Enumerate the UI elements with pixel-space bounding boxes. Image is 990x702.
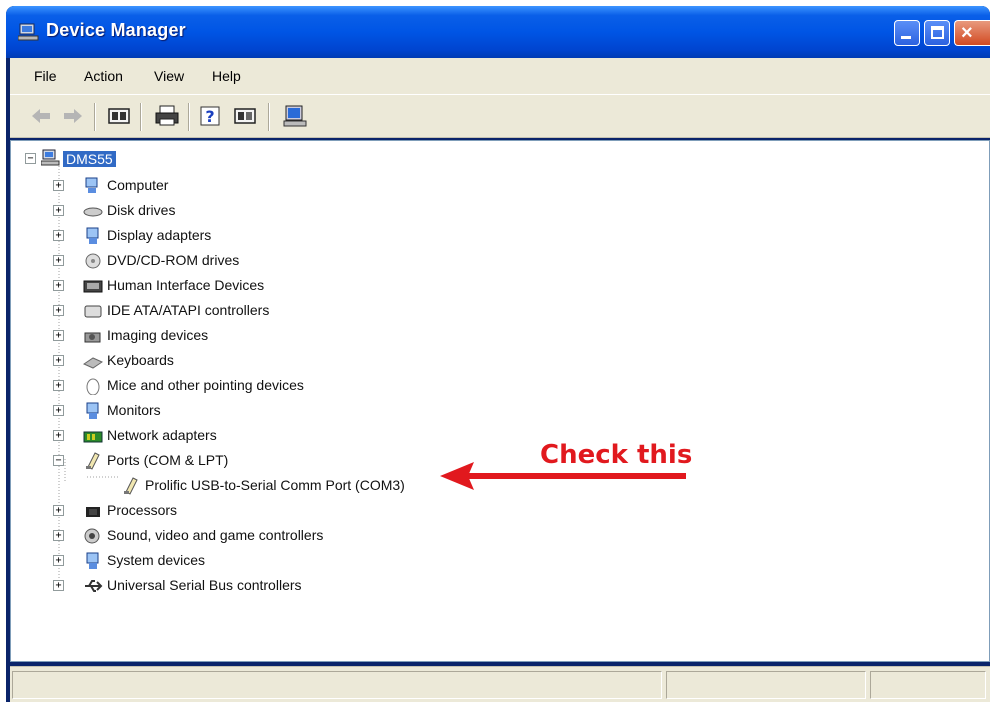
tree-category-label[interactable]: System devices — [107, 552, 205, 568]
tree-category-label[interactable]: Monitors — [107, 402, 161, 418]
menu-view[interactable]: View — [154, 68, 184, 84]
tree-category-label[interactable]: Universal Serial Bus controllers — [107, 577, 302, 593]
system-device-icon — [86, 552, 99, 569]
status-bar — [10, 666, 990, 702]
print-icon[interactable] — [154, 103, 180, 129]
computer-root-icon — [41, 149, 60, 166]
disk-drive-icon — [83, 207, 103, 217]
maximize-icon — [931, 26, 944, 39]
tree-root-label[interactable]: DMS55 — [63, 151, 116, 167]
sound-icon — [84, 528, 100, 544]
menu-help[interactable]: Help — [212, 68, 241, 84]
tree-expander[interactable]: + — [53, 505, 64, 516]
toolbar: ? — [10, 94, 990, 138]
close-button[interactable]: × — [954, 20, 990, 46]
menu-bar: File Action View Help — [10, 58, 990, 94]
tree-category-label[interactable]: DVD/CD-ROM drives — [107, 252, 239, 268]
properties-icon[interactable] — [106, 103, 132, 129]
tree-category-label[interactable]: Human Interface Devices — [107, 277, 264, 293]
toolbar-separator — [268, 103, 270, 131]
port-icon — [86, 452, 100, 470]
usb-icon — [85, 580, 103, 592]
scan-hardware-icon[interactable] — [282, 103, 308, 129]
hid-icon — [83, 280, 103, 293]
tree-expander[interactable]: + — [53, 380, 64, 391]
help-icon[interactable]: ? — [198, 103, 224, 129]
tree-expander[interactable]: + — [53, 180, 64, 191]
menu-action[interactable]: Action — [84, 68, 123, 84]
close-icon: × — [961, 22, 973, 44]
tree-expander[interactable]: + — [53, 205, 64, 216]
tree-category-label[interactable]: Imaging devices — [107, 327, 208, 343]
computer-icon — [85, 177, 98, 193]
processor-icon — [86, 507, 100, 517]
tree-expander[interactable]: + — [53, 430, 64, 441]
tree-category-label[interactable]: IDE ATA/ATAPI controllers — [107, 302, 269, 318]
tree-expander[interactable]: + — [53, 330, 64, 341]
tree-root-expander[interactable]: − — [25, 153, 36, 164]
camera-icon — [84, 332, 101, 343]
ide-controller-icon — [84, 305, 102, 318]
tree-expander[interactable]: − — [53, 455, 64, 466]
keyboard-icon — [83, 357, 103, 369]
network-adapter-icon — [83, 431, 103, 443]
device-manager-window: Device Manager × File Action View Help ?… — [6, 6, 990, 702]
maximize-button[interactable] — [924, 20, 950, 46]
tree-category-label[interactable]: Ports (COM & LPT) — [107, 452, 228, 468]
mouse-icon — [86, 378, 100, 395]
svg-text:?: ? — [205, 107, 214, 126]
back-arrow-icon[interactable] — [28, 103, 54, 129]
toolbar-separator — [140, 103, 142, 131]
menu-file[interactable]: File — [34, 68, 57, 84]
tree-category-label[interactable]: Computer — [107, 177, 168, 193]
tree-expander[interactable]: + — [53, 555, 64, 566]
minimize-icon — [901, 36, 911, 39]
status-pane-main — [12, 671, 662, 699]
toolbar-separator — [94, 103, 96, 131]
forward-arrow-icon[interactable] — [60, 103, 86, 129]
tree-expander[interactable]: + — [53, 580, 64, 591]
toolbar-separator — [188, 103, 190, 131]
display-adapter-icon — [86, 227, 99, 244]
device-manager-icon — [18, 23, 39, 41]
port-icon — [124, 477, 138, 495]
tree-category-label[interactable]: Network adapters — [107, 427, 217, 443]
annotation-arrow — [440, 462, 686, 490]
tree-expander[interactable]: + — [53, 280, 64, 291]
tree-device-label[interactable]: Prolific USB-to-Serial Comm Port (COM3) — [145, 477, 405, 493]
tree-expander[interactable]: + — [53, 355, 64, 366]
status-pane-3 — [870, 671, 986, 699]
tree-expander[interactable]: + — [53, 230, 64, 241]
tree-category-label[interactable]: Mice and other pointing devices — [107, 377, 304, 393]
tree-expander[interactable]: + — [53, 255, 64, 266]
tree-expander[interactable]: + — [53, 405, 64, 416]
cdrom-icon — [85, 253, 101, 269]
tree-expander[interactable]: + — [53, 305, 64, 316]
window-title: Device Manager — [46, 20, 186, 40]
monitor-icon — [86, 402, 99, 419]
tree-category-label[interactable]: Keyboards — [107, 352, 174, 368]
tree-category-label[interactable]: Display adapters — [107, 227, 211, 243]
tree-expander[interactable]: + — [53, 530, 64, 541]
tree-category-label[interactable]: Processors — [107, 502, 177, 518]
device-tree-pane[interactable]: − DMS55 + Computer + Disk drives + Display ad… — [10, 140, 990, 662]
tree-category-label[interactable]: Disk drives — [107, 202, 175, 218]
tree-category-label[interactable]: Sound, video and game controllers — [107, 527, 323, 543]
view-icon[interactable] — [232, 103, 258, 129]
minimize-button[interactable] — [894, 20, 920, 46]
title-bar[interactable]: Device Manager × — [6, 6, 990, 58]
status-pane-2 — [666, 671, 866, 699]
